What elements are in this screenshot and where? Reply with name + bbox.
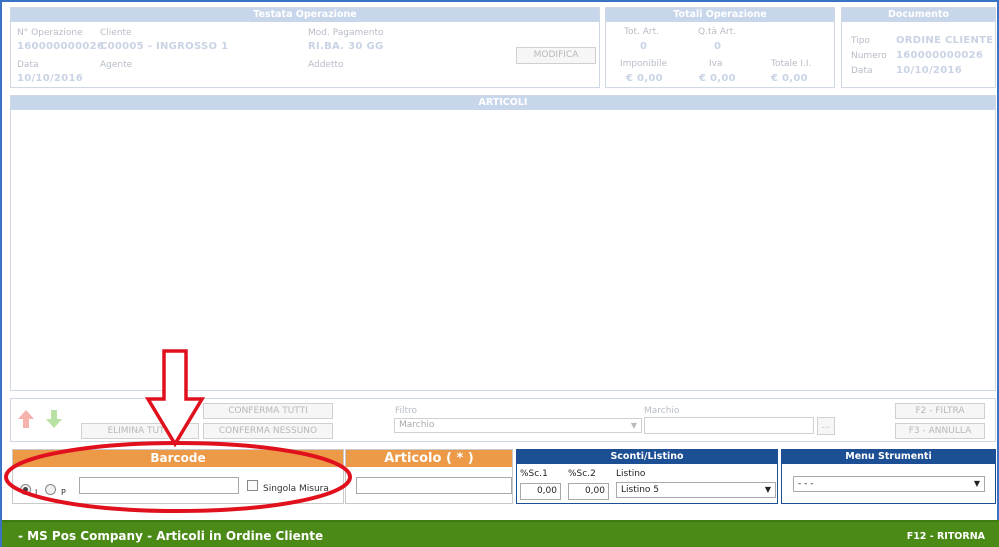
radio-p[interactable]	[45, 484, 56, 495]
filtro-select-value: Marchio	[399, 420, 435, 430]
radio-i[interactable]	[20, 484, 31, 495]
sc2-input[interactable]: 0,00	[568, 483, 609, 500]
data-label: Data	[17, 60, 39, 70]
tipo-value: ORDINE CLIENTE	[896, 35, 994, 46]
documento-title: Documento	[842, 8, 995, 22]
articoli-title: ARTICOLI	[11, 96, 995, 110]
marchio-browse-button[interactable]: ...	[817, 417, 835, 435]
iva-value: € 0,00	[699, 73, 736, 84]
action-bar: ELIMINA TUTTI CONFERMA TUTTI CONFERMA NE…	[10, 398, 996, 442]
filtro-select[interactable]: Marchio ▼	[394, 418, 642, 433]
listino-label: Listino	[616, 469, 646, 479]
imponibile-label: Imponibile	[620, 59, 668, 69]
doc-data-value: 10/10/2016	[896, 65, 962, 76]
barcode-input[interactable]	[79, 477, 239, 494]
menu-strumenti-panel: Menu Strumenti - - - ▼	[781, 449, 996, 504]
menu-strumenti-select[interactable]: - - - ▼	[793, 476, 985, 492]
totale-value: € 0,00	[771, 73, 808, 84]
modifica-button[interactable]: MODIFICA	[516, 47, 596, 64]
marchio-input[interactable]	[644, 417, 814, 434]
qta-art-label: Q.tà Art.	[698, 27, 737, 37]
sconti-title: Sconti/Listino	[517, 450, 777, 464]
arrow-up-icon[interactable]	[17, 409, 35, 429]
singola-misura-label: Singola Misura	[263, 484, 329, 494]
agente-label: Agente	[100, 60, 133, 70]
footer-title: - MS Pos Company - Articoli in Ordine Cl…	[18, 529, 324, 543]
qta-art-value: 0	[714, 41, 722, 52]
n-operazione-label: N° Operazione	[17, 28, 83, 38]
mod-pagamento-value: RI.BA. 30 GG	[308, 41, 384, 52]
sc2-label: %Sc.2	[568, 469, 596, 479]
singola-misura-checkbox[interactable]	[247, 480, 258, 491]
articoli-list[interactable]	[11, 110, 995, 390]
barcode-title: Barcode	[13, 450, 343, 467]
tipo-label: Tipo	[851, 36, 870, 46]
articoli-panel: ARTICOLI	[10, 95, 996, 391]
articolo-title: Articolo ( * )	[346, 450, 512, 467]
radio-i-dot	[23, 487, 28, 492]
totali-title: Totali Operazione	[606, 8, 834, 22]
documento-panel: Documento Tipo ORDINE CLIENTE Numero 160…	[841, 7, 996, 88]
menu-strumenti-title: Menu Strumenti	[782, 450, 995, 464]
elimina-tutti-button[interactable]: ELIMINA TUTTI	[81, 423, 199, 439]
addetto-label: Addetto	[308, 60, 344, 70]
numero-value: 160000000026	[896, 50, 984, 61]
footer-bar: - MS Pos Company - Articoli in Ordine Cl…	[2, 520, 999, 547]
cliente-value: C00005 - INGROSSO 1	[100, 41, 229, 52]
annulla-button[interactable]: F3 - ANNULLA	[895, 423, 985, 439]
iva-label: Iva	[709, 59, 723, 69]
articolo-panel: Articolo ( * )	[345, 449, 513, 504]
conferma-nessuno-button[interactable]: CONFERMA NESSUNO	[203, 423, 333, 439]
numero-label: Numero	[851, 51, 887, 61]
mod-pagamento-label: Mod. Pagamento	[308, 28, 384, 38]
radio-i-label: I	[35, 488, 38, 497]
filtro-label: Filtro	[395, 406, 418, 416]
articolo-input[interactable]	[356, 477, 512, 494]
conferma-tutti-button[interactable]: CONFERMA TUTTI	[203, 403, 333, 419]
sc1-input[interactable]: 0,00	[520, 483, 561, 500]
testata-title: Testata Operazione	[11, 8, 599, 22]
testata-panel: Testata Operazione N° Operazione 1600000…	[10, 7, 600, 88]
main-window: Testata Operazione N° Operazione 1600000…	[0, 0, 999, 547]
imponibile-value: € 0,00	[626, 73, 663, 84]
listino-select[interactable]: Listino 5 ▼	[616, 482, 776, 498]
barcode-panel: Barcode I P Singola Misura	[12, 449, 344, 504]
doc-data-label: Data	[851, 66, 873, 76]
chevron-down-icon: ▼	[764, 485, 771, 494]
chevron-down-icon: ▼	[973, 479, 980, 488]
n-operazione-value: 160000000026	[17, 41, 105, 52]
marchio-label: Marchio	[644, 406, 680, 416]
chevron-down-icon: ▼	[630, 421, 637, 430]
cliente-label: Cliente	[100, 28, 132, 38]
menu-strumenti-value: - - -	[798, 479, 814, 489]
tot-art-value: 0	[640, 41, 648, 52]
sc1-label: %Sc.1	[520, 469, 548, 479]
arrow-down-icon[interactable]	[45, 409, 63, 429]
tot-art-label: Tot. Art.	[624, 27, 659, 37]
filtra-button[interactable]: F2 - FILTRA	[895, 403, 985, 419]
sconti-panel: Sconti/Listino %Sc.1 %Sc.2 Listino 0,00 …	[516, 449, 778, 504]
ritorna-button[interactable]: F12 - RITORNA	[907, 531, 985, 542]
totale-label: Totale I.I.	[771, 59, 812, 69]
totali-panel: Totali Operazione Tot. Art. 0 Q.tà Art. …	[605, 7, 835, 88]
radio-p-label: P	[61, 488, 66, 497]
data-value: 10/10/2016	[17, 73, 83, 84]
listino-select-value: Listino 5	[621, 485, 660, 495]
